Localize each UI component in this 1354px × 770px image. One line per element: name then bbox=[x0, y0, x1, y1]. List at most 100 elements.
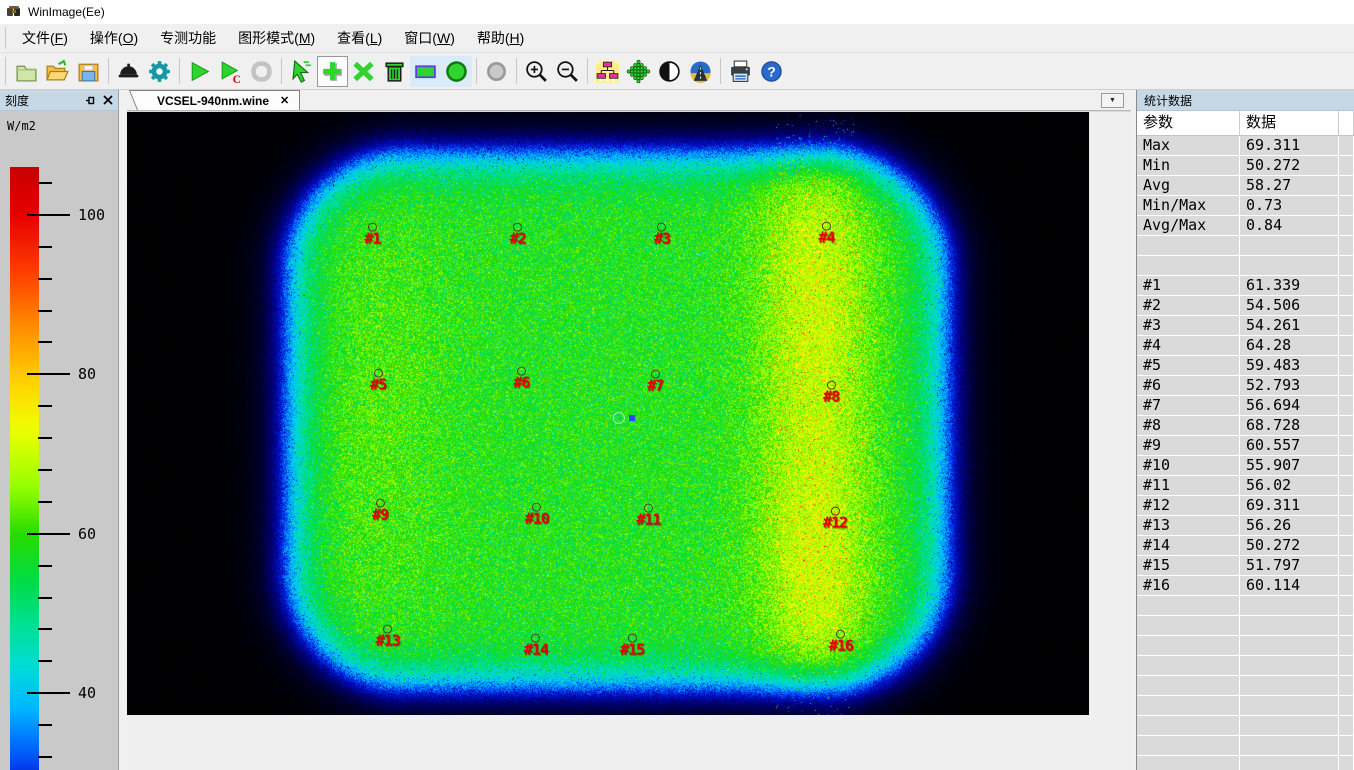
measure-point-12[interactable]: #12 bbox=[823, 507, 847, 530]
help-button[interactable]: ? bbox=[756, 56, 787, 87]
stats-row-point-4[interactable]: #464.28 bbox=[1137, 336, 1354, 356]
measure-point-7[interactable]: #7 bbox=[647, 369, 663, 392]
measure-point-9[interactable]: #9 bbox=[372, 498, 388, 521]
stats-row-point-10[interactable]: #1055.907 bbox=[1137, 456, 1354, 476]
stats-row-point-6[interactable]: #652.793 bbox=[1137, 376, 1354, 396]
run-continuous-button[interactable]: C bbox=[215, 56, 246, 87]
zoom-in-button[interactable] bbox=[521, 56, 552, 87]
measure-point-15[interactable]: #15 bbox=[620, 634, 644, 657]
colorbar-minor-tick bbox=[38, 565, 52, 567]
beam-center-marker[interactable] bbox=[629, 415, 635, 421]
spare-cell bbox=[1339, 336, 1354, 356]
close-icon[interactable] bbox=[103, 95, 113, 105]
value-cell bbox=[1240, 236, 1339, 256]
toolbar-separator bbox=[516, 58, 517, 84]
param-cell: #8 bbox=[1137, 416, 1240, 436]
measure-point-16[interactable]: #16 bbox=[829, 630, 853, 653]
toolbar: C? bbox=[0, 52, 1354, 90]
delete-point-button[interactable] bbox=[348, 56, 379, 87]
pointer-button[interactable] bbox=[286, 56, 317, 87]
spare-cell bbox=[1339, 716, 1354, 736]
stats-row-point-9[interactable]: #960.557 bbox=[1137, 436, 1354, 456]
tab-list-dropdown[interactable]: ▼ bbox=[1101, 93, 1124, 108]
menu-item-help[interactable]: 帮助(H) bbox=[466, 24, 535, 52]
window-title: WinImage(Ee) bbox=[28, 5, 105, 19]
colorbar-minor-tick bbox=[38, 660, 52, 662]
stats-row-point-3[interactable]: #354.261 bbox=[1137, 316, 1354, 336]
perspective-view-button[interactable] bbox=[685, 56, 716, 87]
save-file-button[interactable] bbox=[73, 56, 104, 87]
spare-cell bbox=[1339, 316, 1354, 336]
measure-point-4[interactable]: #4 bbox=[818, 222, 834, 245]
menu-item-graph-mode[interactable]: 图形模式(M) bbox=[227, 24, 326, 52]
stats-row-point-8[interactable]: #868.728 bbox=[1137, 416, 1354, 436]
stats-row-point-1[interactable]: #161.339 bbox=[1137, 276, 1354, 296]
menu-item-window[interactable]: 窗口(W) bbox=[393, 24, 466, 52]
clear-points-button[interactable] bbox=[379, 56, 410, 87]
stats-row-point-2[interactable]: #254.506 bbox=[1137, 296, 1354, 316]
measure-point-1[interactable]: #1 bbox=[364, 223, 380, 246]
capture-circle-button[interactable] bbox=[481, 56, 512, 87]
folder-new-icon bbox=[14, 59, 39, 84]
column-header-param: 参数 bbox=[1137, 111, 1240, 136]
print-button[interactable] bbox=[725, 56, 756, 87]
color-palette-button[interactable] bbox=[592, 56, 623, 87]
new-file-button[interactable] bbox=[11, 56, 42, 87]
settings-button[interactable] bbox=[144, 56, 175, 87]
acquire-button[interactable] bbox=[113, 56, 144, 87]
left-splitter[interactable] bbox=[119, 90, 127, 770]
pin-icon[interactable] bbox=[85, 95, 96, 106]
run-button[interactable] bbox=[184, 56, 215, 87]
circle-roi-button[interactable] bbox=[441, 56, 472, 87]
stats-panel-header: 统计数据 bbox=[1137, 90, 1354, 111]
colorbar-minor-tick bbox=[38, 246, 52, 248]
add-point-button[interactable] bbox=[317, 56, 348, 87]
stop-button[interactable] bbox=[246, 56, 277, 87]
measure-point-13[interactable]: #13 bbox=[376, 624, 400, 647]
stats-row-point-5[interactable]: #559.483 bbox=[1137, 356, 1354, 376]
measure-point-11[interactable]: #11 bbox=[636, 504, 660, 527]
param-cell: Min/Max bbox=[1137, 196, 1240, 216]
stats-row-min-max[interactable]: Min/Max0.73 bbox=[1137, 196, 1354, 216]
measure-point-8[interactable]: #8 bbox=[823, 381, 839, 404]
heatmap-image[interactable]: #1 #2 #3 #4 #5 #6 #7 #8 #9 #10 #11 #12 #13 #14 #15 #16 bbox=[127, 112, 1089, 715]
document-tab[interactable]: VCSEL-940nm.wine ✕ bbox=[145, 90, 300, 110]
stats-row-max[interactable]: Max69.311 bbox=[1137, 136, 1354, 156]
measure-point-2[interactable]: #2 bbox=[510, 223, 526, 246]
menu-item-view[interactable]: 查看(L) bbox=[326, 24, 393, 52]
dot-grid-button[interactable] bbox=[623, 56, 654, 87]
value-cell: 56.02 bbox=[1240, 476, 1339, 496]
contrast-button[interactable] bbox=[654, 56, 685, 87]
stats-row-point-16[interactable]: #1660.114 bbox=[1137, 576, 1354, 596]
spare-cell bbox=[1339, 696, 1354, 716]
stats-row-min[interactable]: Min50.272 bbox=[1137, 156, 1354, 176]
param-cell bbox=[1137, 616, 1240, 636]
measure-point-6[interactable]: #6 bbox=[513, 366, 529, 389]
measure-point-5[interactable]: #5 bbox=[370, 369, 386, 392]
colorbar-minor-tick bbox=[38, 501, 52, 503]
spare-cell bbox=[1339, 176, 1354, 196]
menu-item-file[interactable]: 文件(F) bbox=[11, 24, 79, 52]
stats-row-avg-max[interactable]: Avg/Max0.84 bbox=[1137, 216, 1354, 236]
stats-row-point-13[interactable]: #1356.26 bbox=[1137, 516, 1354, 536]
stats-row-point-12[interactable]: #1269.311 bbox=[1137, 496, 1354, 516]
measure-point-3[interactable]: #3 bbox=[654, 223, 670, 246]
stats-row-point-14[interactable]: #1450.272 bbox=[1137, 536, 1354, 556]
param-cell: #13 bbox=[1137, 516, 1240, 536]
stats-row-point-7[interactable]: #756.694 bbox=[1137, 396, 1354, 416]
zoom-out-button[interactable] bbox=[552, 56, 583, 87]
rect-roi-button[interactable] bbox=[410, 56, 441, 87]
tab-close-icon[interactable]: ✕ bbox=[280, 96, 289, 106]
heatmap-canvas[interactable] bbox=[127, 112, 1089, 715]
stats-row-point-15[interactable]: #1551.797 bbox=[1137, 556, 1354, 576]
measure-point-14[interactable]: #14 bbox=[524, 634, 548, 657]
param-cell: #5 bbox=[1137, 356, 1240, 376]
stats-row-avg[interactable]: Avg58.27 bbox=[1137, 176, 1354, 196]
menu-item-operation[interactable]: 操作(O) bbox=[79, 24, 149, 52]
point-label: #14 bbox=[524, 643, 548, 657]
stats-row-point-11[interactable]: #1156.02 bbox=[1137, 476, 1354, 496]
measure-point-10[interactable]: #10 bbox=[525, 503, 549, 526]
open-file-button[interactable] bbox=[42, 56, 73, 87]
spare-cell bbox=[1339, 436, 1354, 456]
menu-item-special-functions[interactable]: 专测功能 bbox=[149, 24, 227, 52]
